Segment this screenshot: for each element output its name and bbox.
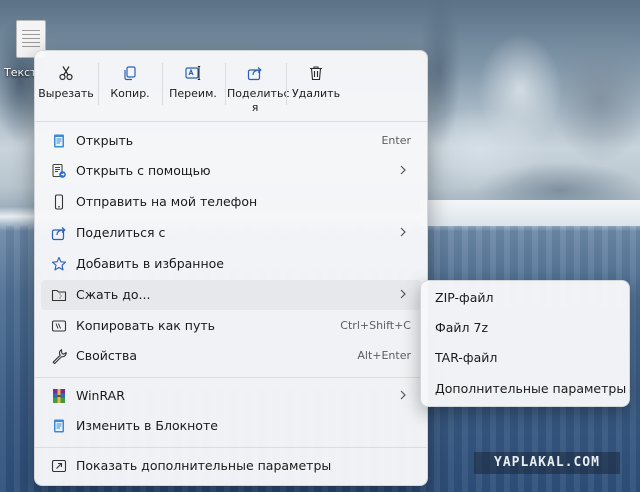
watermark: YAPLAKAL.COM	[474, 452, 620, 474]
open-shortcut: Enter	[381, 134, 411, 147]
desktop-icon-label[interactable]: Текстовый документ	[4, 66, 38, 79]
context-menu: Вырезать Копир. Переим. Поделитьс я Удал…	[34, 50, 428, 486]
menu-item-compress-to[interactable]: Сжать до...	[41, 280, 421, 310]
chevron-right-icon	[400, 289, 406, 299]
share-icon	[51, 227, 66, 241]
notepad-icon	[54, 134, 64, 148]
menu-item-open[interactable]: Открыть Enter	[41, 126, 421, 156]
menu-separator	[35, 121, 427, 122]
submenu-item-zip[interactable]: ZIP-файл	[426, 283, 624, 313]
copy-label: Копир.	[110, 87, 150, 100]
submenu-item-more-options-label: Дополнительные параметры	[435, 381, 627, 396]
submenu-item-7z[interactable]: Файл 7z	[426, 313, 624, 343]
delete-button[interactable]: Удалить	[287, 57, 345, 117]
path-icon	[51, 320, 67, 332]
menu-item-share-with[interactable]: Поделиться с	[41, 218, 421, 248]
notepad-icon	[54, 419, 64, 433]
menu-item-add-favorites-label: Добавить в избранное	[76, 256, 224, 271]
menu-item-edit-notepad-label: Изменить в Блокноте	[76, 418, 218, 433]
delete-label: Удалить	[291, 87, 341, 100]
submenu-item-7z-label: Файл 7z	[435, 320, 489, 335]
phone-icon	[54, 194, 64, 210]
cut-label: Вырезать	[38, 87, 94, 100]
compress-submenu: ZIP-файл Файл 7z TAR-файл Дополнительные…	[420, 280, 630, 407]
menu-item-share-with-label: Поделиться с	[76, 225, 166, 240]
more-options-icon	[51, 459, 67, 473]
zip-folder-icon	[51, 289, 67, 302]
menu-item-properties-label: Свойства	[76, 348, 138, 363]
menu-item-show-more-options-label: Показать дополнительные параметры	[76, 458, 332, 473]
menu-item-open-with[interactable]: Открыть с помощью	[41, 156, 421, 186]
toolbar-divider	[98, 63, 99, 105]
properties-shortcut: Alt+Enter	[357, 349, 411, 362]
menu-item-send-to-phone[interactable]: Отправить на мой телефон	[41, 187, 421, 217]
wrench-icon	[52, 349, 67, 364]
submenu-item-more-options[interactable]: Дополнительные параметры	[426, 374, 627, 404]
menu-item-open-with-label: Открыть с помощью	[76, 163, 211, 178]
submenu-item-zip-label: ZIP-файл	[435, 290, 494, 305]
rename-icon	[185, 66, 201, 80]
text-lines-icon	[22, 30, 40, 50]
chevron-right-icon	[400, 165, 406, 175]
menu-item-compress-to-label: Сжать до...	[76, 287, 151, 302]
context-menu-toolbar: Вырезать Копир. Переим. Поделитьс я Удал…	[35, 51, 427, 121]
share-button[interactable]: Поделитьс я	[226, 57, 290, 117]
menu-item-properties[interactable]: Свойства Alt+Enter	[41, 341, 421, 371]
submenu-item-tar-label: TAR-файл	[435, 350, 498, 365]
chevron-right-icon	[400, 227, 406, 237]
menu-item-show-more-options[interactable]: Показать дополнительные параметры	[41, 451, 421, 481]
open-with-icon	[52, 163, 66, 178]
share-icon	[247, 67, 262, 81]
copy-icon	[124, 66, 136, 81]
toolbar-divider	[162, 63, 163, 105]
menu-item-send-to-phone-label: Отправить на мой телефон	[76, 194, 258, 209]
rename-button[interactable]: Переим.	[164, 57, 222, 117]
submenu-item-tar[interactable]: TAR-файл	[426, 343, 624, 373]
trash-icon	[310, 66, 322, 81]
menu-item-open-label: Открыть	[76, 133, 134, 148]
rename-label: Переим.	[169, 87, 217, 100]
cut-button[interactable]: Вырезать	[37, 57, 95, 117]
copy-button[interactable]: Копир.	[101, 57, 159, 117]
menu-separator	[35, 377, 427, 378]
menu-separator	[35, 447, 427, 448]
copy-as-path-shortcut: Ctrl+Shift+C	[340, 319, 411, 332]
chevron-right-icon	[400, 390, 406, 400]
menu-item-winrar[interactable]: WinRAR	[41, 381, 421, 411]
menu-item-winrar-label: WinRAR	[76, 388, 125, 403]
menu-item-copy-as-path-label: Копировать как путь	[76, 318, 216, 333]
scissors-icon	[59, 66, 73, 81]
star-icon	[51, 256, 67, 271]
menu-item-copy-as-path[interactable]: Копировать как путь Ctrl+Shift+C	[41, 311, 421, 341]
menu-item-add-favorites[interactable]: Добавить в избранное	[41, 249, 421, 279]
menu-item-edit-notepad[interactable]: Изменить в Блокноте	[41, 411, 421, 441]
frozen-shore	[420, 200, 640, 226]
winrar-icon	[53, 389, 65, 403]
share-label: Поделитьс я	[227, 87, 290, 114]
